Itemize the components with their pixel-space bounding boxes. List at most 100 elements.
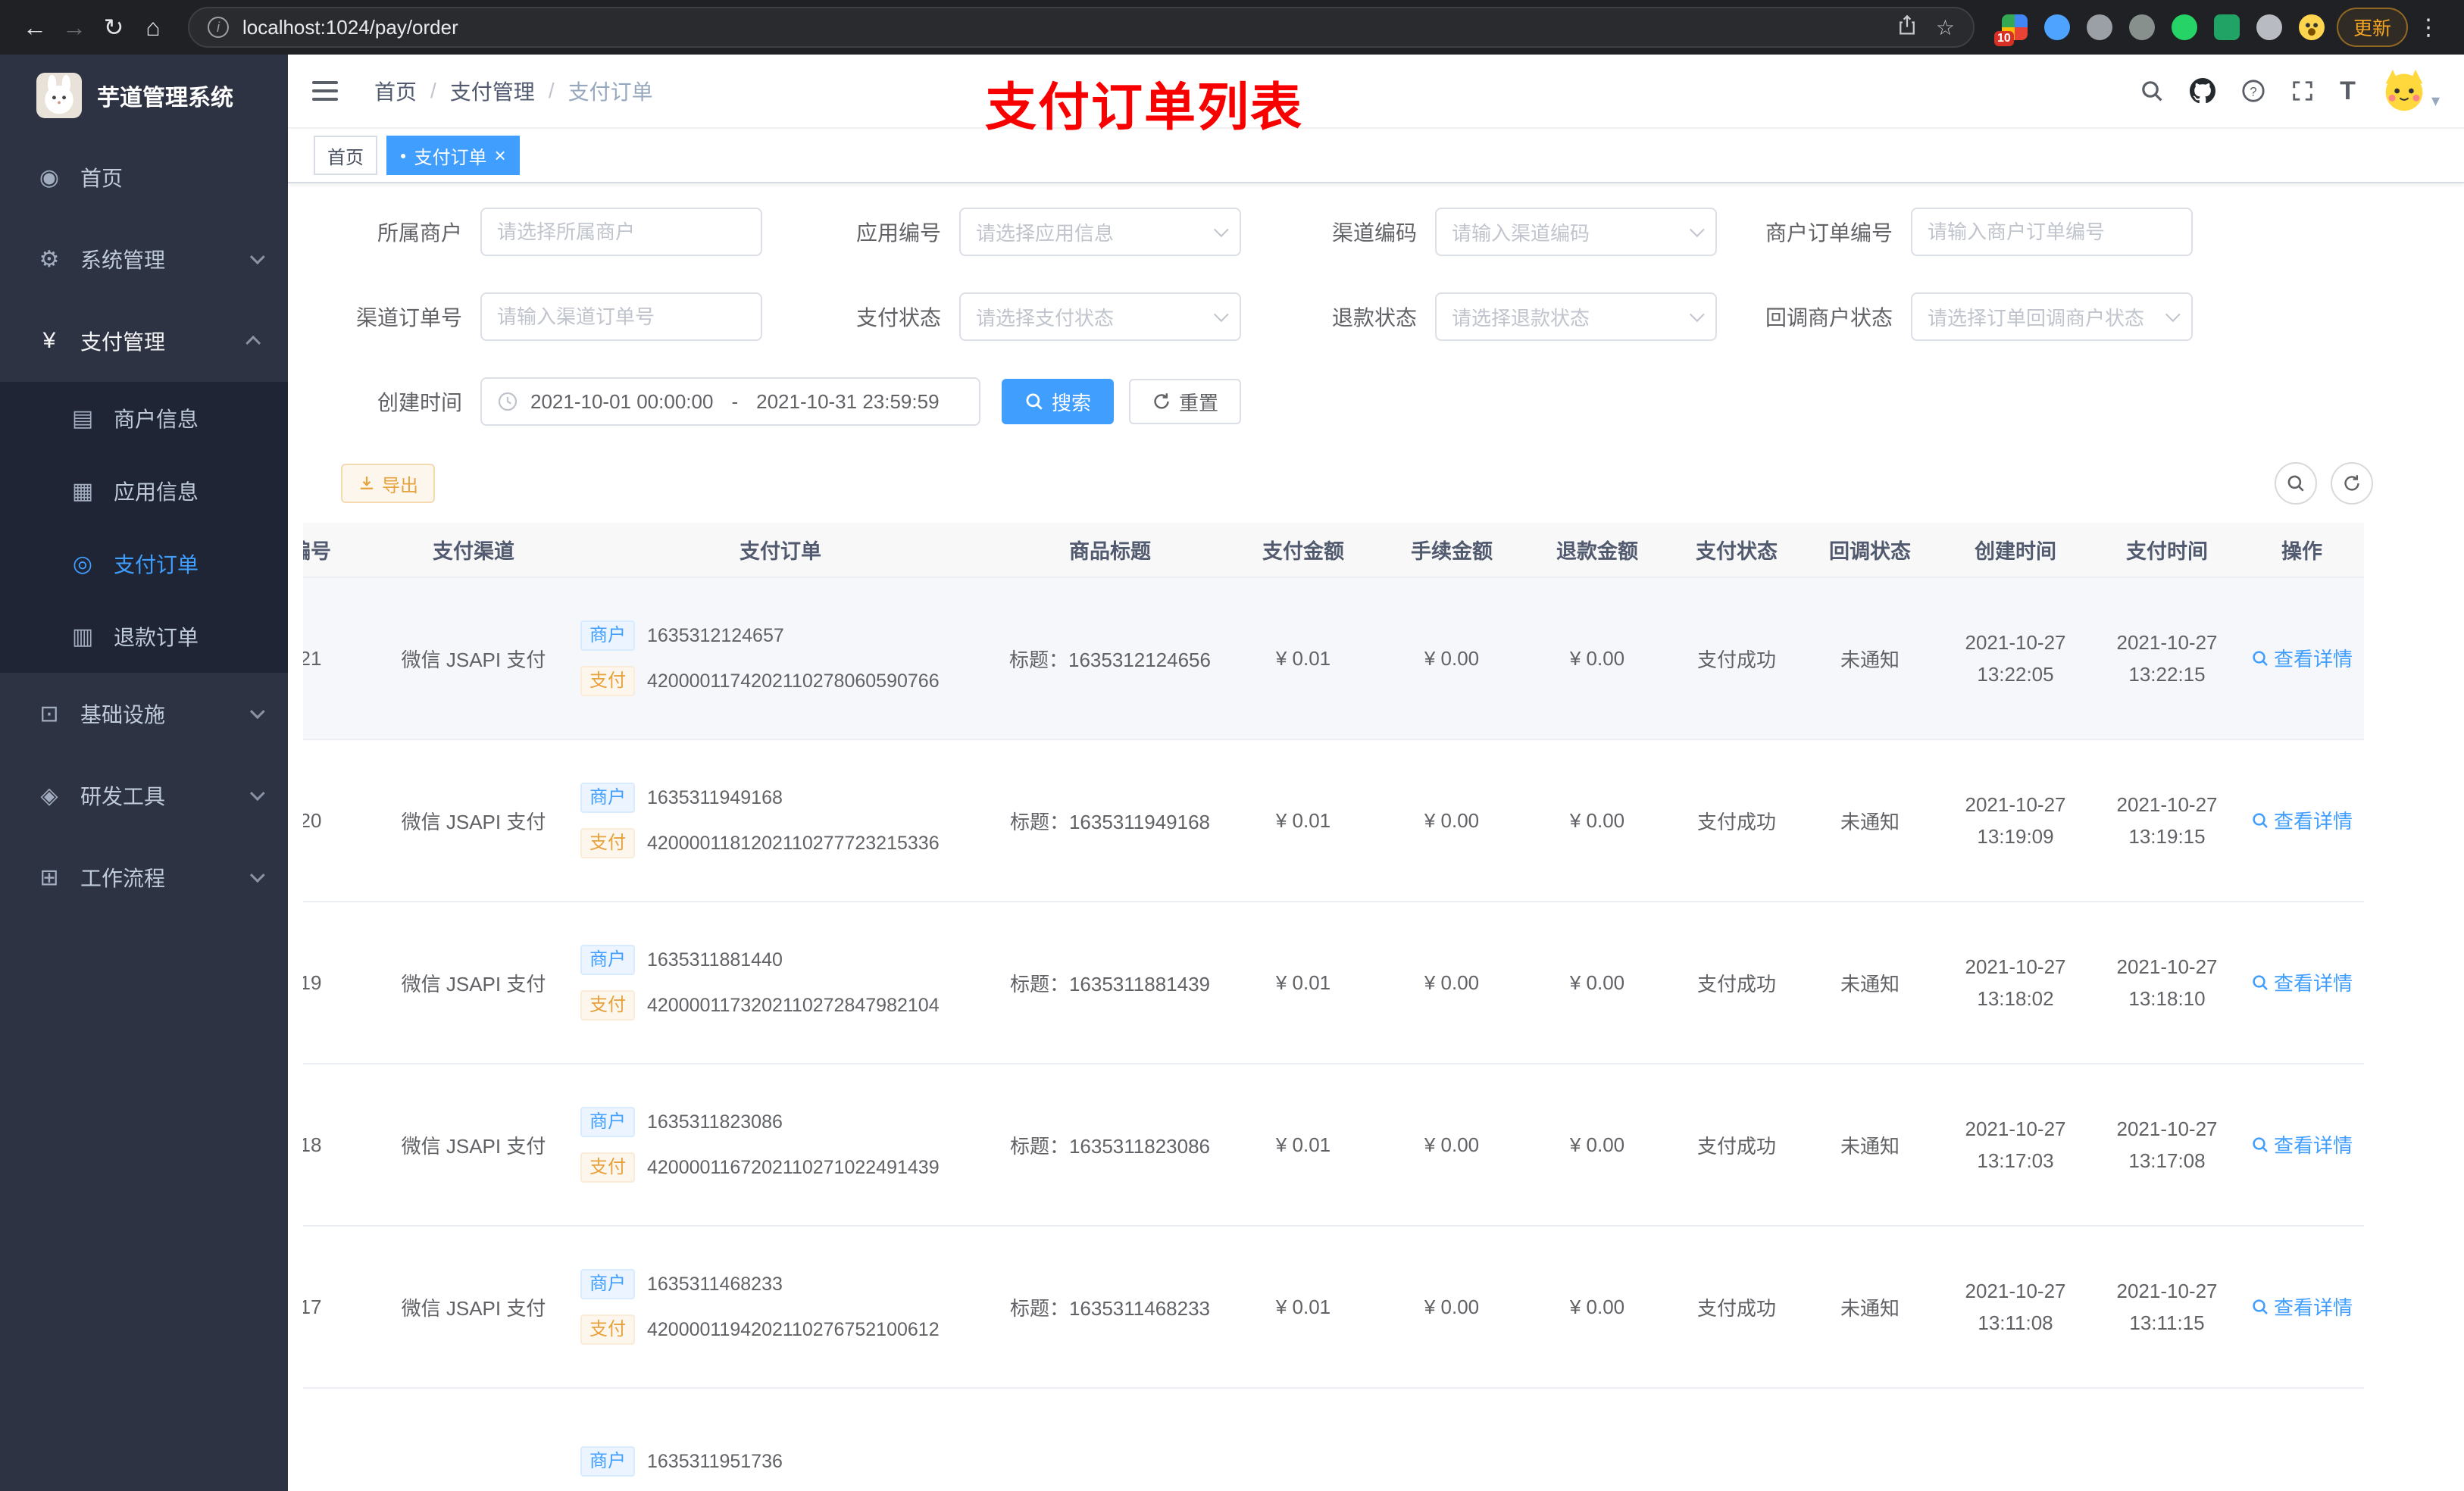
- notify-cell: 未通知: [1803, 739, 1937, 902]
- create-time-range-picker[interactable]: 2021-10-01 00:00:00 - 2021-10-31 23:59:5…: [480, 377, 980, 426]
- extension-icon[interactable]: [2043, 14, 2070, 40]
- channel-order-no-input[interactable]: [480, 292, 762, 341]
- font-size-icon[interactable]: T: [2340, 77, 2356, 106]
- fee-cell: ¥ 0.00: [1379, 739, 1524, 902]
- view-detail-link[interactable]: 查看详情: [2251, 806, 2353, 834]
- browser-reload-icon[interactable]: ↻: [94, 8, 133, 47]
- search-icon: [2253, 1137, 2268, 1152]
- browser-menu-icon[interactable]: ⋮: [2408, 14, 2449, 41]
- reset-button[interactable]: 重置: [1129, 379, 1242, 424]
- sidebar-item-payment[interactable]: ¥ 支付管理: [0, 300, 288, 382]
- channel-code-select[interactable]: 请输入渠道编码: [1435, 208, 1717, 256]
- extension-icon[interactable]: 10: [1993, 14, 2028, 46]
- merchant-tag: 商户: [580, 783, 635, 813]
- svg-text:?: ?: [2250, 84, 2256, 98]
- sidebar-item-merchant-info[interactable]: ▤ 商户信息: [0, 382, 288, 455]
- view-detail-link[interactable]: 查看详情: [2251, 644, 2353, 672]
- extension-icon[interactable]: [2171, 14, 2197, 40]
- title-cell: 标题：1635312124656: [993, 577, 1227, 740]
- breadcrumb-separator: /: [548, 79, 555, 102]
- app-logo[interactable]: 芋道管理系统: [0, 55, 288, 136]
- merchant-order-no: 1635311881440: [647, 949, 783, 971]
- notify-cell: 未通知: [1803, 577, 1937, 740]
- profile-avatar-icon[interactable]: [2298, 14, 2325, 40]
- tags-view-bar: 首页 ● 支付订单 ×: [288, 129, 2464, 183]
- sidebar-item-workflow[interactable]: ⊞ 工作流程: [0, 836, 288, 918]
- browser-update-button[interactable]: 更新: [2336, 8, 2408, 47]
- sidebar-item-label: 系统管理: [80, 248, 166, 272]
- sidebar-item-refund-order[interactable]: ▥ 退款订单: [0, 600, 288, 673]
- create-time-cell: 2021-10-27 13:17:03: [1937, 1064, 2094, 1227]
- refresh-table-button[interactable]: [2331, 462, 2373, 505]
- fee-cell: ¥ 0.00: [1379, 902, 1524, 1064]
- extension-icon[interactable]: [2128, 14, 2155, 40]
- field-label: 应用编号: [855, 221, 941, 245]
- refund-cell: ¥ 0.00: [1524, 902, 1670, 1064]
- extension-icon[interactable]: [2086, 14, 2112, 40]
- fee-cell: ¥ 0.00: [1379, 1064, 1524, 1227]
- tab-home[interactable]: 首页: [314, 136, 377, 175]
- chevron-up-icon: [245, 335, 261, 351]
- browser-back-icon[interactable]: ←: [15, 8, 55, 47]
- tool-icon: ◈: [40, 783, 58, 808]
- site-info-icon[interactable]: i: [208, 17, 229, 38]
- extension-icon[interactable]: [2256, 14, 2282, 40]
- sidebar-toggle-icon[interactable]: [312, 81, 338, 101]
- tab-pay-order[interactable]: ● 支付订单 ×: [386, 136, 520, 175]
- view-detail-link[interactable]: 查看详情: [2251, 968, 2353, 996]
- github-icon[interactable]: [2190, 78, 2216, 104]
- sidebar-item-system[interactable]: ⚙ 系统管理: [0, 218, 288, 300]
- header-search-icon[interactable]: [2140, 79, 2164, 103]
- sidebar-item-app-info[interactable]: ▦ 应用信息: [0, 455, 288, 527]
- share-icon[interactable]: [1896, 14, 1918, 42]
- bookmark-star-icon[interactable]: ☆: [1936, 15, 1955, 40]
- view-detail-link[interactable]: 查看详情: [2251, 1130, 2353, 1158]
- monitor-icon: ⊡: [39, 701, 59, 727]
- fullscreen-icon[interactable]: [2291, 80, 2314, 102]
- channel-cell: 微信 JSAPI 支付: [379, 1064, 568, 1227]
- close-icon[interactable]: ×: [494, 145, 505, 165]
- refresh-icon: [1154, 393, 1169, 409]
- extension-icon[interactable]: [2213, 14, 2240, 40]
- breadcrumb-home[interactable]: 首页: [374, 76, 417, 106]
- view-detail-link[interactable]: 查看详情: [2251, 1293, 2353, 1321]
- status-cell: 支付成功: [1670, 902, 1803, 1064]
- address-bar[interactable]: i localhost:1024/pay/order ☆: [188, 7, 1975, 48]
- sidebar-item-dev-tools[interactable]: ◈ 研发工具: [0, 755, 288, 836]
- pay-tag: 支付: [580, 1314, 635, 1345]
- screen: ← → ↻ ⌂ i localhost:1024/pay/order ☆ 10 …: [0, 0, 2464, 1491]
- amount-cell: ¥ 0.01: [1227, 1226, 1379, 1389]
- chevron-down-icon: [249, 249, 265, 265]
- chevron-down-icon: [249, 867, 265, 883]
- pay-status-select[interactable]: 请选择支付状态: [959, 292, 1241, 341]
- col-title: 商品标题: [993, 523, 1227, 578]
- date-start: 2021-10-01 00:00:00: [530, 389, 714, 413]
- url-text[interactable]: localhost:1024/pay/order: [242, 16, 458, 39]
- fee-cell: ¥ 0.00: [1379, 1226, 1524, 1389]
- sidebar-item-infra[interactable]: ⊡ 基础设施: [0, 673, 288, 755]
- refund-status-select[interactable]: 请选择退款状态: [1435, 292, 1717, 341]
- field-label: 所属商户: [377, 221, 462, 245]
- title-cell: 标题：1635311881439: [993, 902, 1227, 1064]
- field-label: 创建时间: [377, 391, 462, 414]
- sidebar-item-home[interactable]: ◉ 首页: [0, 136, 288, 218]
- browser-home-icon[interactable]: ⌂: [133, 8, 173, 47]
- status-cell: 支付成功: [1670, 1226, 1803, 1389]
- search-button[interactable]: 搜索: [1002, 379, 1115, 424]
- merchant-order-no: 1635311823086: [647, 1111, 783, 1133]
- breadcrumb-payment[interactable]: 支付管理: [450, 76, 535, 106]
- merchant-input[interactable]: [480, 208, 762, 256]
- merchant-order-no-input[interactable]: [1911, 208, 2193, 256]
- user-menu[interactable]: ▾: [2381, 68, 2440, 114]
- export-button[interactable]: 导出: [341, 464, 435, 503]
- search-icon: [2253, 651, 2268, 666]
- notify-status-select[interactable]: 请选择订单回调商户状态: [1911, 292, 2193, 341]
- status-cell: 支付成功: [1670, 739, 1803, 902]
- help-icon[interactable]: ?: [2241, 79, 2265, 103]
- col-id: 编号: [303, 523, 379, 578]
- app-id-select[interactable]: 请选择应用信息: [959, 208, 1241, 256]
- action-cell: 查看详情: [2240, 739, 2364, 902]
- sidebar-item-pay-order[interactable]: ◎ 支付订单: [0, 527, 288, 600]
- browser-forward-icon[interactable]: →: [55, 8, 94, 47]
- toggle-search-button[interactable]: [2275, 462, 2317, 505]
